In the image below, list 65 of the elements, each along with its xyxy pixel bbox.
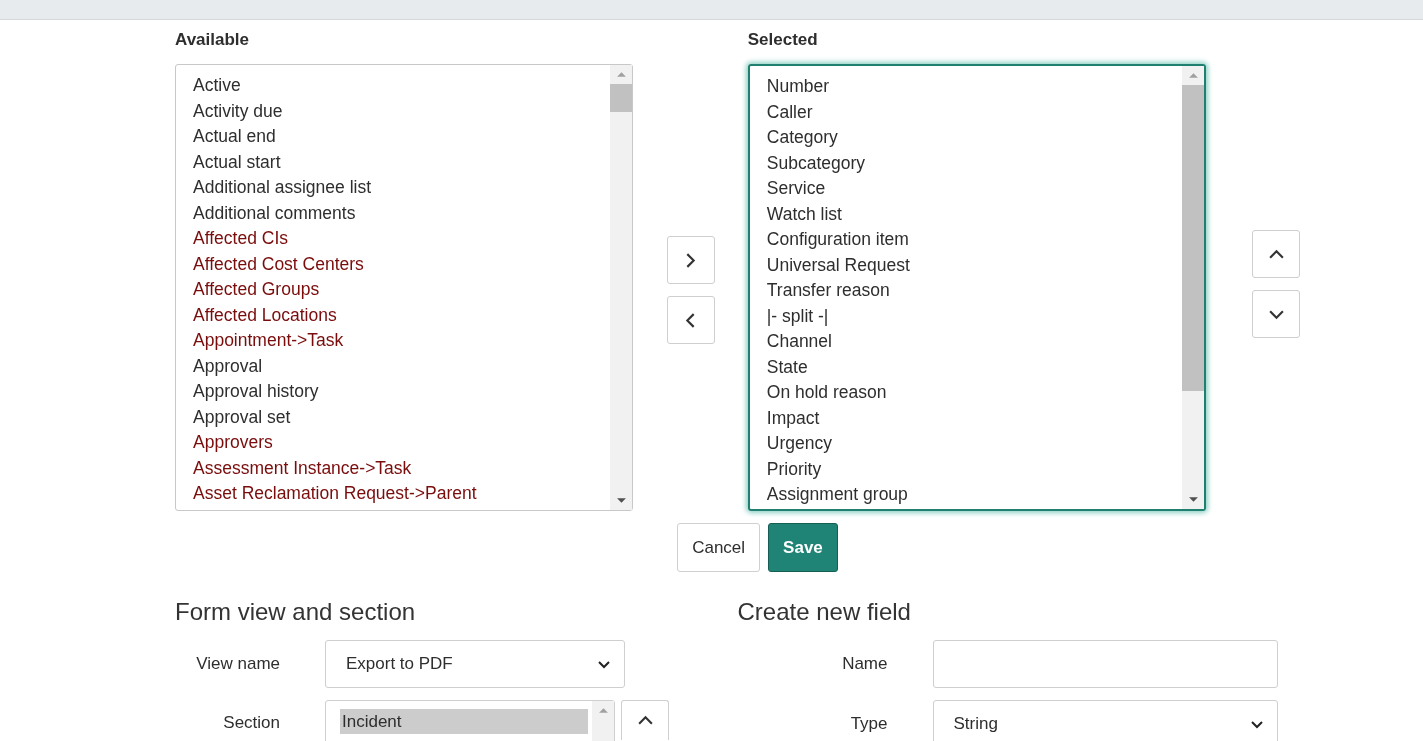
scroll-up-icon[interactable] [1187, 72, 1199, 79]
list-item[interactable]: Asset Reclamation Request->Parent [193, 481, 611, 507]
list-heading: Selected [747, 30, 819, 51]
list-item[interactable]: Affected CIs [193, 226, 611, 252]
save-button[interactable]: Save [768, 523, 838, 572]
list-item[interactable]: State [766, 354, 1182, 380]
list-item[interactable]: Universal Request [766, 252, 1182, 278]
list-item[interactable]: Actual start [193, 149, 611, 175]
view-name-select[interactable]: Export to PDF [325, 640, 625, 688]
list-item[interactable]: Actual end [193, 124, 611, 150]
list-item[interactable]: Subcategory [766, 150, 1182, 176]
list-item[interactable]: Affected Groups [193, 277, 611, 303]
list-item[interactable]: |- split -| [766, 303, 1182, 329]
field-label: Type [849, 714, 889, 734]
type-select[interactable]: String [932, 700, 1278, 741]
section-list[interactable]: Incident [325, 700, 615, 741]
list-item[interactable]: Approval history [193, 379, 611, 405]
list-item[interactable]: Additional assignee list [193, 175, 611, 201]
list-item[interactable]: Approval [193, 353, 611, 379]
list-item[interactable]: On hold reason [766, 380, 1182, 406]
list-item[interactable]: Configuration item [766, 227, 1182, 253]
list-item[interactable]: Assessment Instance->Task [193, 455, 611, 481]
list-item[interactable]: Active [193, 73, 611, 99]
list-item[interactable]: Approval set [193, 404, 611, 430]
list-item[interactable]: Priority [766, 456, 1182, 482]
scroll-thumb[interactable] [610, 84, 633, 112]
available-list[interactable] [175, 64, 634, 511]
move-up-button[interactable] [621, 700, 669, 740]
list-item[interactable]: Service [766, 176, 1182, 202]
scroll-down-icon[interactable] [615, 497, 627, 504]
add-button[interactable] [666, 236, 715, 284]
remove-button[interactable] [666, 296, 715, 344]
field-label: View name [195, 654, 281, 674]
list-item[interactable]: Watch list [766, 201, 1182, 227]
list-item[interactable]: Appointment->Task [193, 328, 611, 354]
list-item[interactable]: Approvers [193, 430, 611, 456]
move-up-button[interactable] [1252, 230, 1300, 278]
list-heading: Available [175, 30, 251, 51]
field-label: Name [841, 654, 889, 674]
section-heading: Form view and section [175, 598, 417, 627]
list-item[interactable]: Incident [340, 709, 588, 734]
scrollbar[interactable] [610, 65, 633, 510]
scroll-thumb[interactable] [1182, 85, 1204, 391]
move-down-button[interactable] [1252, 290, 1300, 338]
scroll-down-icon[interactable] [1187, 496, 1199, 503]
scroll-up-icon[interactable] [597, 707, 609, 714]
list-item[interactable]: Impact [766, 405, 1182, 431]
field-label: Section [222, 712, 281, 733]
list-item[interactable]: Caller [766, 99, 1182, 125]
section-heading: Create new field [737, 598, 912, 627]
list-item[interactable]: Urgency [766, 431, 1182, 457]
list-item[interactable]: Additional comments [193, 200, 611, 226]
scroll-up-icon[interactable] [615, 71, 627, 78]
scrollbar[interactable] [1182, 66, 1204, 509]
list-item[interactable]: Affected Locations [193, 302, 611, 328]
list-item[interactable]: Activity due [193, 98, 611, 124]
list-item[interactable]: Affected Cost Centers [193, 251, 611, 277]
list-item[interactable]: Channel [766, 329, 1182, 355]
list-item[interactable]: Transfer reason [766, 278, 1182, 304]
list-item[interactable]: Category [766, 125, 1182, 151]
selected-list[interactable]: Number Caller Category Subcategory Service Watch list Configuration item Universal Request Transfer reason |- split -| Channel State On hold reason Impact Urgency Priority Assignment group [747, 64, 1206, 511]
list-item[interactable]: Number [766, 74, 1182, 100]
name-input[interactable] [932, 640, 1278, 688]
list-item[interactable]: Assignment group [766, 482, 1182, 508]
cancel-button[interactable]: Cancel [677, 523, 761, 572]
